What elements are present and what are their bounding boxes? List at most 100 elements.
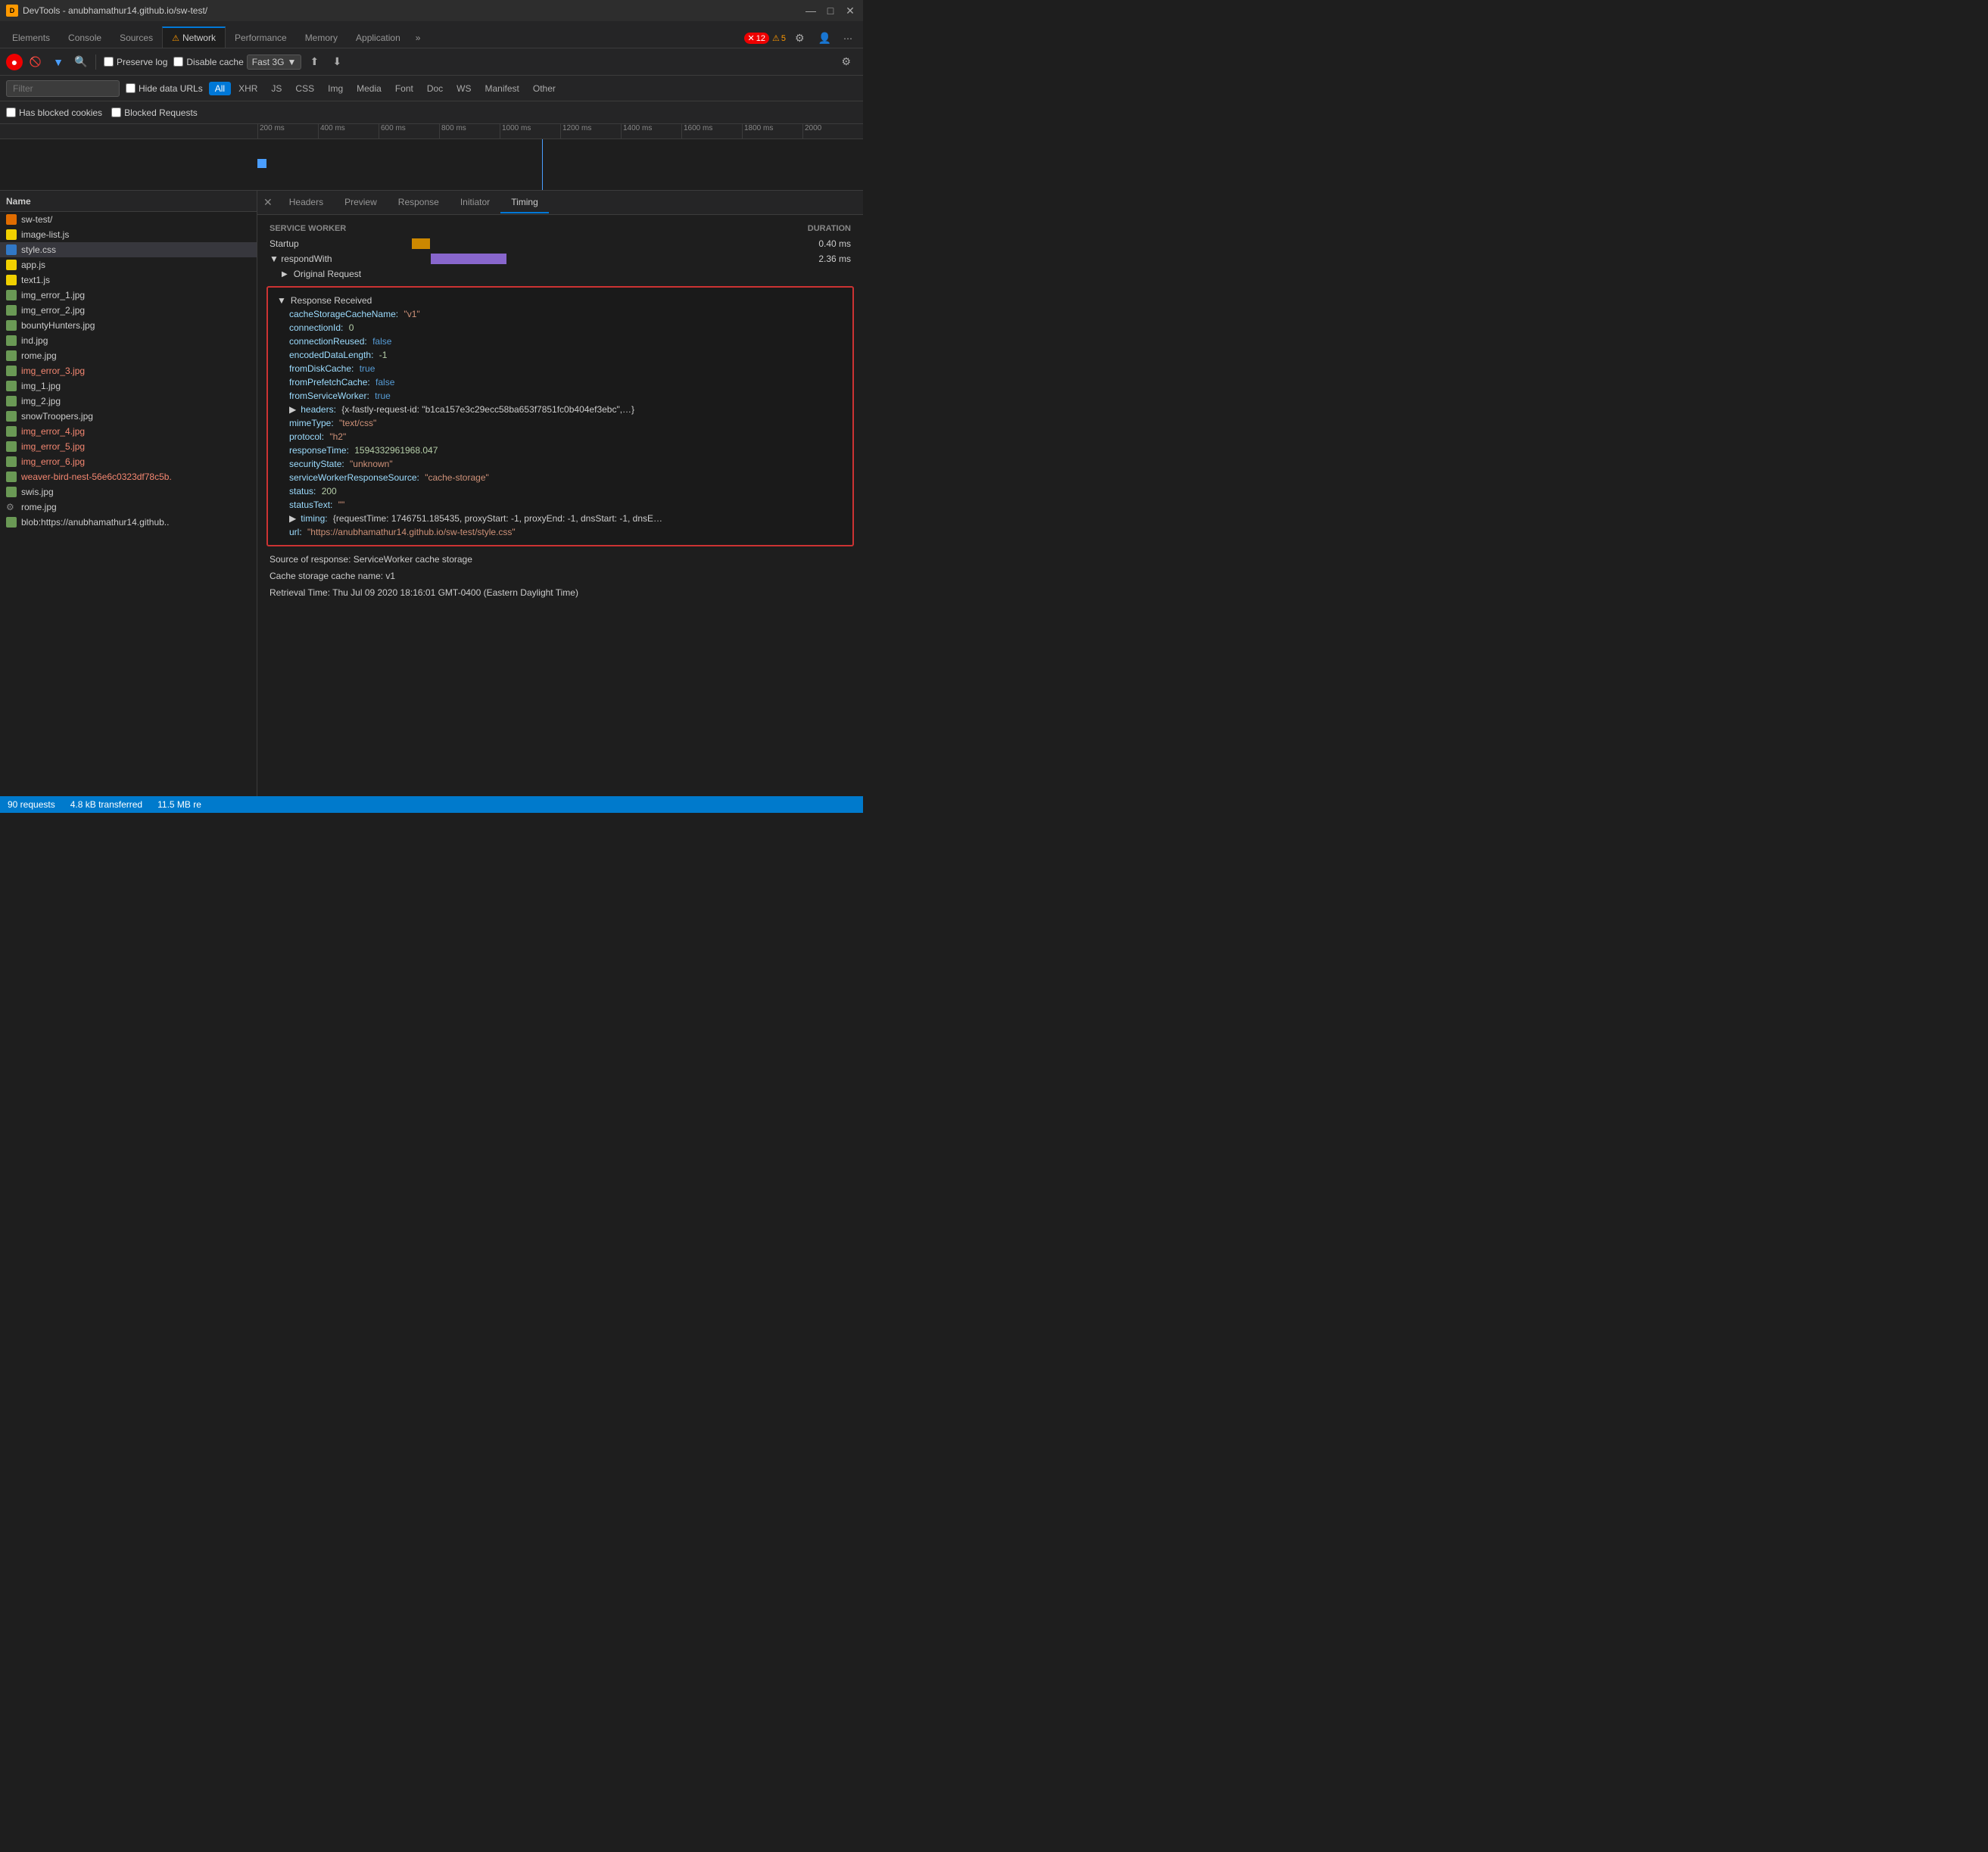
file-name: swis.jpg xyxy=(21,487,251,497)
tab-elements[interactable]: Elements xyxy=(3,26,59,48)
list-item[interactable]: img_error_1.jpg xyxy=(0,288,257,303)
timeline[interactable] xyxy=(0,139,863,191)
file-name: app.js xyxy=(21,260,251,270)
list-item[interactable]: rome.jpg xyxy=(0,348,257,363)
filter-type-img[interactable]: Img xyxy=(322,82,349,95)
has-blocked-cookies-label[interactable]: Has blocked cookies xyxy=(6,107,102,118)
filter-type-js[interactable]: JS xyxy=(265,82,288,95)
list-item[interactable]: blob:https://anubhamathur14.github.. xyxy=(0,515,257,530)
filter-type-other[interactable]: Other xyxy=(527,82,562,95)
disable-cache-checkbox[interactable] xyxy=(173,57,183,67)
tab-sources[interactable]: Sources xyxy=(111,26,162,48)
tab-network[interactable]: ⚠ Network xyxy=(162,26,226,48)
list-item[interactable]: img_error_6.jpg xyxy=(0,454,257,469)
list-item[interactable]: swis.jpg xyxy=(0,484,257,500)
response-footer-3: Retrieval Time: Thu Jul 09 2020 18:16:01… xyxy=(257,584,863,601)
tab-application-label: Application xyxy=(356,33,400,43)
list-item[interactable]: text1.js xyxy=(0,272,257,288)
field-value: 1594332961968.047 xyxy=(352,445,438,456)
filter-type-media[interactable]: Media xyxy=(351,82,388,95)
filter-type-all[interactable]: All xyxy=(209,82,231,95)
collapse-icon[interactable]: ▼ xyxy=(277,295,286,306)
preserve-log-checkbox[interactable] xyxy=(104,57,114,67)
maximize-button[interactable]: □ xyxy=(824,4,837,17)
list-item[interactable]: ⚙ rome.jpg xyxy=(0,500,257,515)
blocked-requests-label[interactable]: Blocked Requests xyxy=(111,107,198,118)
tab-performance[interactable]: Performance xyxy=(226,26,296,48)
blocked-requests-text: Blocked Requests xyxy=(124,107,198,118)
list-item[interactable]: ind.jpg xyxy=(0,333,257,348)
tab-headers[interactable]: Headers xyxy=(279,192,334,213)
expand-headers-icon[interactable]: ▶ xyxy=(289,404,296,415)
disable-cache-label[interactable]: Disable cache xyxy=(173,57,243,67)
filter-type-manifest[interactable]: Manifest xyxy=(479,82,525,95)
field-key: protocol: xyxy=(289,431,324,442)
list-item[interactable]: snowTroopers.jpg xyxy=(0,409,257,424)
import-button[interactable]: ⬆ xyxy=(304,52,324,72)
main-area: Name sw-test/ image-list.js style.css ap… xyxy=(0,191,863,796)
expand-icon[interactable]: ▶ xyxy=(282,270,288,279)
network-settings-button[interactable]: ⚙ xyxy=(835,52,857,71)
detail-close-button[interactable]: ✕ xyxy=(257,196,279,209)
list-item[interactable]: img_2.jpg xyxy=(0,394,257,409)
field-key: connectionId: xyxy=(289,322,343,333)
filter-type-doc[interactable]: Doc xyxy=(421,82,449,95)
filelist-header: Name xyxy=(0,191,257,212)
list-item[interactable]: bountyHunters.jpg xyxy=(0,318,257,333)
original-request-label: Original Request xyxy=(294,269,385,279)
tab-memory[interactable]: Memory xyxy=(296,26,347,48)
filter-type-xhr[interactable]: XHR xyxy=(232,82,263,95)
field-key: statusText: xyxy=(289,500,332,510)
more-options-button[interactable]: ⋯ xyxy=(839,30,857,47)
source-of-response-text: Source of response: ServiceWorker cache … xyxy=(270,554,472,565)
file-name-error: img_error_5.jpg xyxy=(21,441,251,452)
file-type-icon xyxy=(6,366,17,376)
clear-button[interactable]: 🚫 xyxy=(26,52,45,72)
list-item[interactable]: img_error_5.jpg xyxy=(0,439,257,454)
list-item[interactable]: image-list.js xyxy=(0,227,257,242)
record-button[interactable]: ● xyxy=(6,54,23,70)
file-type-icon xyxy=(6,305,17,316)
tab-preview[interactable]: Preview xyxy=(334,192,388,213)
file-type-icon xyxy=(6,260,17,270)
filter-type-css[interactable]: CSS xyxy=(289,82,320,95)
hide-data-urls-checkbox[interactable] xyxy=(126,83,136,93)
hide-data-urls-label[interactable]: Hide data URLs xyxy=(126,83,203,94)
list-item[interactable]: img_error_4.jpg xyxy=(0,424,257,439)
tab-timing[interactable]: Timing xyxy=(500,192,549,213)
ruler-label-5: 1200 ms xyxy=(560,124,621,139)
respondwith-label: ▼ respondWith xyxy=(270,254,360,264)
startup-duration: 0.40 ms xyxy=(798,238,851,249)
tab-initiator[interactable]: Initiator xyxy=(450,192,500,213)
blocked-requests-checkbox[interactable] xyxy=(111,107,121,117)
list-item[interactable]: img_error_3.jpg xyxy=(0,363,257,378)
filter-type-ws[interactable]: WS xyxy=(450,82,477,95)
list-item-selected[interactable]: style.css xyxy=(0,242,257,257)
close-button[interactable]: ✕ xyxy=(843,4,857,17)
field-key: securityState: xyxy=(289,459,344,469)
minimize-button[interactable]: — xyxy=(804,4,818,17)
has-blocked-cookies-checkbox[interactable] xyxy=(6,107,16,117)
throttle-select[interactable]: Fast 3G ▼ xyxy=(247,54,302,70)
tab-response[interactable]: Response xyxy=(388,192,450,213)
search-button[interactable]: 🔍 xyxy=(71,52,91,72)
list-item[interactable]: img_error_2.jpg xyxy=(0,303,257,318)
list-item[interactable]: weaver-bird-nest-56e6c0323df78c5b. xyxy=(0,469,257,484)
preserve-log-label[interactable]: Preserve log xyxy=(104,57,167,67)
expand-timing-icon[interactable]: ▶ xyxy=(289,513,296,524)
tab-application[interactable]: Application xyxy=(347,26,410,48)
filter-input[interactable] xyxy=(6,80,120,97)
list-item[interactable]: app.js xyxy=(0,257,257,272)
original-request-bar xyxy=(391,269,792,279)
filter-icon[interactable]: ▼ xyxy=(48,52,68,72)
more-tabs-button[interactable]: » xyxy=(410,28,427,48)
filter-type-font[interactable]: Font xyxy=(389,82,419,95)
tab-console[interactable]: Console xyxy=(59,26,111,48)
export-button[interactable]: ⬇ xyxy=(327,52,347,72)
list-item[interactable]: img_1.jpg xyxy=(0,378,257,394)
tab-console-label: Console xyxy=(68,33,101,43)
field-key: serviceWorkerResponseSource: xyxy=(289,472,419,483)
list-item[interactable]: sw-test/ xyxy=(0,212,257,227)
settings-button[interactable]: ⚙ xyxy=(789,29,811,48)
profile-button[interactable]: 👤 xyxy=(814,29,836,48)
